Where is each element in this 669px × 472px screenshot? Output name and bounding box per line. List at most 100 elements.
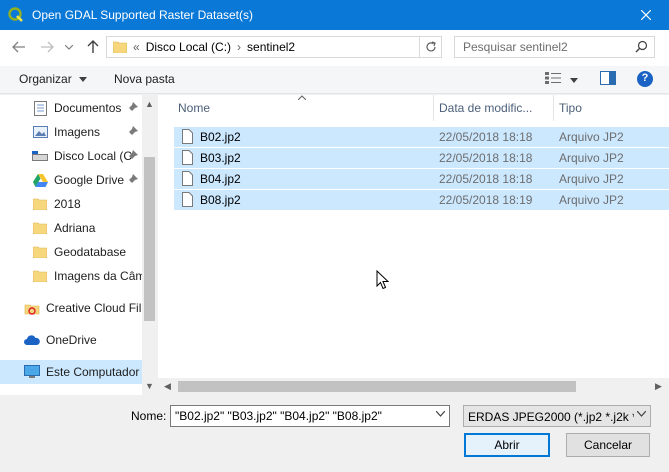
filename-combobox[interactable] bbox=[170, 405, 450, 427]
folder-icon bbox=[32, 220, 48, 236]
refresh-icon bbox=[425, 41, 436, 52]
pin-icon bbox=[129, 174, 138, 183]
sidebar-scrollbar[interactable]: ▲ ▼ bbox=[142, 95, 157, 395]
forward-button[interactable] bbox=[38, 38, 56, 56]
sidebar-item-imagens-da-camera[interactable]: Imagens da Câm bbox=[0, 264, 142, 288]
chevron-down-icon[interactable] bbox=[436, 411, 445, 417]
back-button[interactable] bbox=[10, 38, 28, 56]
file-type: Arquivo JP2 bbox=[559, 151, 624, 165]
breadcrumb-disco-local[interactable]: Disco Local (C:) bbox=[146, 40, 231, 54]
sidebar-item-label: 2018 bbox=[54, 197, 81, 211]
help-button[interactable]: ? bbox=[637, 71, 653, 87]
folder-icon bbox=[113, 41, 127, 53]
sidebar-item-disco-local[interactable]: Disco Local (C bbox=[0, 144, 142, 168]
column-header-type[interactable]: Tipo bbox=[559, 95, 582, 121]
column-divider[interactable] bbox=[433, 95, 434, 121]
sort-ascending-icon bbox=[298, 95, 306, 100]
file-icon bbox=[182, 150, 193, 165]
sidebar-item-documentos[interactable]: Documentos bbox=[0, 96, 142, 120]
recent-locations-button[interactable] bbox=[63, 38, 75, 56]
sidebar-item-label: Imagens da Câm bbox=[54, 269, 142, 283]
scroll-left-arrow-icon[interactable]: ◀ bbox=[164, 381, 171, 392]
drive-icon bbox=[32, 148, 48, 164]
preview-pane-button[interactable] bbox=[600, 71, 616, 88]
forward-arrow-icon bbox=[41, 41, 54, 53]
folder-icon bbox=[32, 268, 48, 284]
sidebar-item-label: OneDrive bbox=[46, 333, 97, 347]
sidebar-item-2018[interactable]: 2018 bbox=[0, 192, 142, 216]
sidebar-item-geodatabase[interactable]: Geodatabase bbox=[0, 240, 142, 264]
breadcrumb-separator[interactable]: › bbox=[237, 40, 241, 54]
sidebar-item-onedrive[interactable]: OneDrive bbox=[0, 328, 142, 352]
column-header-date[interactable]: Data de modific... bbox=[439, 95, 532, 121]
file-row[interactable]: B03.jp2 22/05/2018 18:18 Arquivo JP2 bbox=[174, 148, 669, 168]
filename-input[interactable] bbox=[171, 406, 421, 426]
file-row[interactable]: B08.jp2 22/05/2018 18:19 Arquivo JP2 bbox=[174, 190, 669, 210]
pictures-icon bbox=[32, 124, 48, 140]
file-date: 22/05/2018 18:19 bbox=[439, 193, 533, 207]
sidebar-item-adriana[interactable]: Adriana bbox=[0, 216, 142, 240]
horizontal-scrollbar[interactable]: ◀ ▶ bbox=[158, 378, 669, 395]
file-type: Arquivo JP2 bbox=[559, 130, 624, 144]
file-name: B08.jp2 bbox=[200, 193, 241, 207]
sidebar-item-creative-cloud[interactable]: Creative Cloud Fil bbox=[0, 296, 142, 320]
dialog-footer: Nome: ERDAS JPEG2000 (*.jp2 *.j2k *.JF A… bbox=[0, 395, 669, 472]
documents-icon bbox=[32, 100, 48, 116]
open-button[interactable]: Abrir bbox=[464, 433, 550, 457]
onedrive-icon bbox=[24, 332, 40, 348]
search-box[interactable] bbox=[454, 36, 655, 58]
preview-pane-icon bbox=[600, 71, 616, 85]
file-type-filter: ERDAS JPEG2000 (*.jp2 *.j2k *.JF bbox=[468, 410, 634, 424]
creative-cloud-icon bbox=[24, 300, 40, 316]
column-divider[interactable] bbox=[553, 95, 554, 121]
file-type-select[interactable]: ERDAS JPEG2000 (*.jp2 *.j2k *.JF bbox=[463, 405, 651, 427]
mouse-cursor-icon bbox=[376, 270, 389, 290]
file-list: Nome Data de modific... Tipo B02.jp2 22/… bbox=[158, 95, 669, 395]
column-header-name[interactable]: Nome bbox=[178, 95, 210, 121]
scrollbar-thumb[interactable] bbox=[144, 157, 155, 321]
file-row[interactable]: B04.jp2 22/05/2018 18:18 Arquivo JP2 bbox=[174, 169, 669, 189]
sidebar-item-este-computador[interactable]: Este Computador bbox=[0, 360, 142, 384]
file-icon bbox=[182, 171, 193, 186]
scrollbar-thumb[interactable] bbox=[178, 381, 576, 392]
chevron-down-icon bbox=[637, 411, 646, 417]
refresh-button[interactable] bbox=[419, 37, 441, 57]
organize-label: Organizar bbox=[19, 72, 72, 86]
sidebar-item-label: Google Drive bbox=[54, 173, 125, 187]
computer-icon bbox=[24, 364, 40, 380]
title-bar: Open GDAL Supported Raster Dataset(s) bbox=[0, 0, 669, 30]
navigation-bar: « Disco Local (C:) › sentinel2 bbox=[0, 30, 669, 66]
cancel-button[interactable]: Cancelar bbox=[566, 433, 650, 457]
window-title: Open GDAL Supported Raster Dataset(s) bbox=[32, 8, 253, 22]
scroll-down-arrow-icon[interactable]: ▼ bbox=[145, 381, 154, 391]
back-arrow-icon bbox=[12, 41, 25, 53]
close-icon bbox=[641, 10, 651, 20]
scroll-right-arrow-icon[interactable]: ▶ bbox=[655, 381, 662, 392]
file-row[interactable]: B02.jp2 22/05/2018 18:18 Arquivo JP2 bbox=[174, 127, 669, 147]
breadcrumb-sentinel2[interactable]: sentinel2 bbox=[247, 40, 295, 54]
file-date: 22/05/2018 18:18 bbox=[439, 172, 533, 186]
pin-icon bbox=[129, 102, 138, 111]
file-name: B04.jp2 bbox=[200, 172, 241, 186]
qgis-logo-icon bbox=[8, 7, 23, 22]
file-date: 22/05/2018 18:18 bbox=[439, 130, 533, 144]
scroll-up-arrow-icon[interactable]: ▲ bbox=[145, 99, 154, 109]
dropdown-caret-icon bbox=[570, 78, 579, 84]
sidebar-item-google-drive[interactable]: Google Drive bbox=[0, 168, 142, 192]
address-bar[interactable]: « Disco Local (C:) › sentinel2 bbox=[106, 36, 442, 58]
up-arrow-icon bbox=[87, 40, 99, 53]
command-toolbar: Organizar Nova pasta ? bbox=[0, 66, 669, 94]
search-icon bbox=[635, 40, 648, 53]
sidebar-item-label: Disco Local (C bbox=[54, 149, 133, 163]
sidebar-item-imagens[interactable]: Imagens bbox=[0, 120, 142, 144]
pin-icon bbox=[129, 150, 138, 159]
navigation-pane: Documentos Imagens Disco Local (C Google… bbox=[0, 95, 157, 395]
organize-button[interactable]: Organizar bbox=[19, 72, 88, 86]
search-input[interactable] bbox=[455, 37, 631, 57]
breadcrumb-overflow[interactable]: « bbox=[133, 40, 140, 54]
up-button[interactable] bbox=[84, 38, 102, 56]
close-button[interactable] bbox=[623, 0, 669, 30]
new-folder-button[interactable]: Nova pasta bbox=[114, 72, 175, 86]
view-options-button[interactable] bbox=[545, 72, 579, 87]
sidebar-item-label: Imagens bbox=[54, 125, 101, 139]
